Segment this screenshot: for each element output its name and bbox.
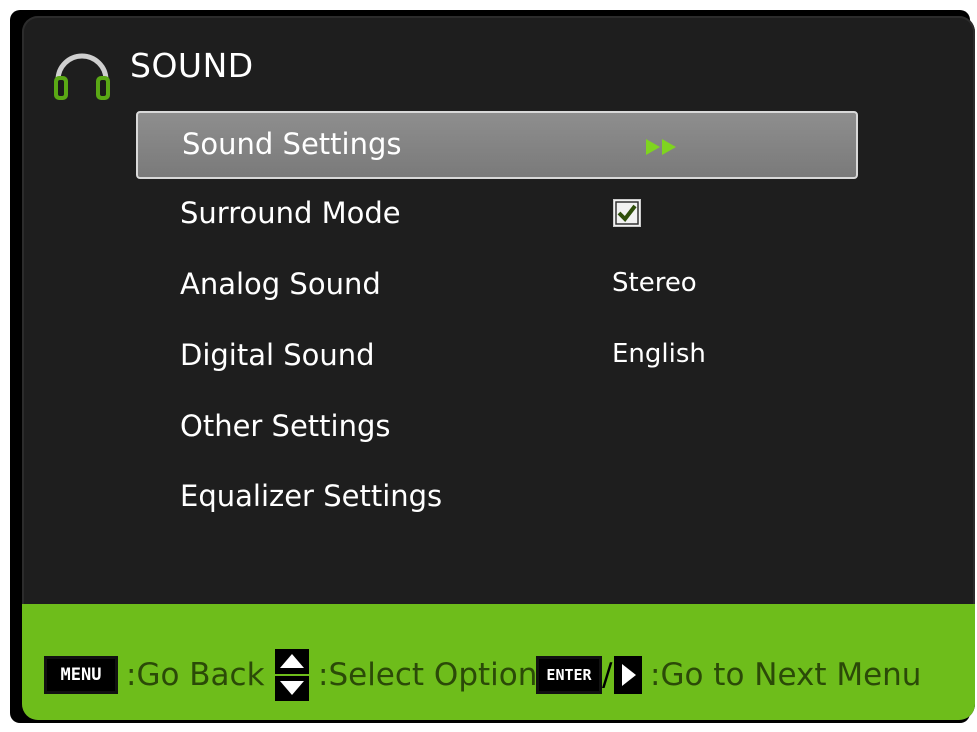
key-separator: / <box>602 657 613 693</box>
menu-item-label: Digital Sound <box>180 338 375 372</box>
menu-item-analog-sound[interactable]: Analog Sound Stereo <box>136 253 858 321</box>
menu-item-digital-sound[interactable]: Digital Sound English <box>136 324 858 392</box>
menu-item-other-settings[interactable]: Other Settings <box>136 395 858 463</box>
menu-item-sound-settings[interactable]: Sound Settings <box>136 111 858 179</box>
double-arrow-right-icon <box>646 139 676 155</box>
page-title: SOUND <box>130 46 254 85</box>
menu-item-surround-mode[interactable]: Surround Mode <box>136 182 858 250</box>
menu-item-value: English <box>612 339 706 369</box>
menu-item-value: Stereo <box>612 268 697 298</box>
go-back-hint: :Go Back <box>126 657 265 693</box>
headphones-icon <box>54 53 110 100</box>
up-down-arrow-icon <box>275 649 309 701</box>
menu-key-badge: MENU <box>44 656 118 694</box>
menu-item-label: Surround Mode <box>180 196 401 230</box>
menu-item-label: Other Settings <box>180 409 391 443</box>
next-menu-hint: :Go to Next Menu <box>650 657 922 693</box>
checkbox-checked-icon[interactable] <box>612 198 642 228</box>
menu-item-equalizer-settings[interactable]: Equalizer Settings <box>136 465 858 533</box>
enter-key-badge: ENTER <box>536 656 602 694</box>
menu-item-label: Sound Settings <box>182 127 402 161</box>
menu-item-label: Analog Sound <box>180 267 381 301</box>
help-bar: MENU :Go Back :Select Option ENTER / :Go… <box>22 604 975 720</box>
right-arrow-key-icon <box>614 656 642 694</box>
menu-item-label: Equalizer Settings <box>180 479 443 513</box>
select-option-hint: :Select Option <box>318 657 538 693</box>
